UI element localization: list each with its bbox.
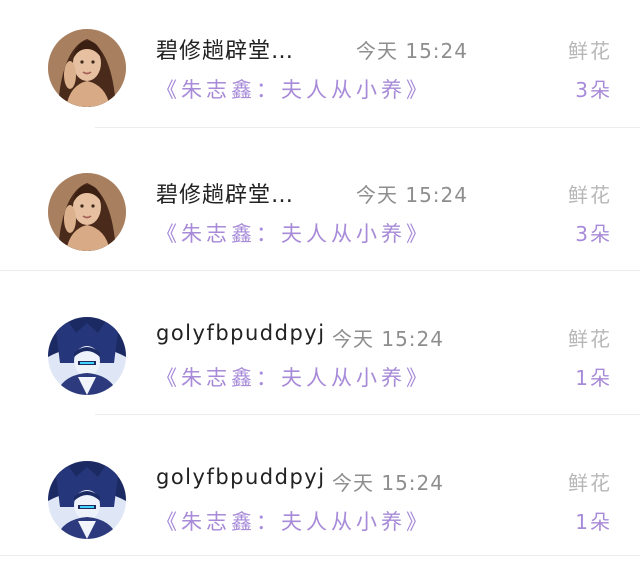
sender-name[interactable]: 碧修趟辟堂… [156,177,294,209]
avatar[interactable] [48,317,126,395]
book-title-link[interactable]: 《朱志鑫：夫人从小养》 [156,74,431,104]
divider [0,270,640,271]
flower-label: 鲜花 [568,183,612,207]
flower-count: 1朵 [575,366,612,390]
list-item[interactable]: 碧修趟辟堂… 今天 15:24 鲜花 《朱志鑫：夫人从小养》 3朵 [0,144,640,287]
flower-gift-list: 碧修趟辟堂… 今天 15:24 鲜花 《朱志鑫：夫人从小养》 3朵 碧修趟辟堂…… [0,0,640,559]
timestamp: 今天 15:24 [356,183,468,207]
flower-label: 鲜花 [568,327,612,351]
list-item[interactable]: golyfbpuddpyj 今天 15:24 鲜花 《朱志鑫：夫人从小养》 1朵 [0,288,640,431]
divider [95,414,640,415]
timestamp: 今天 15:24 [332,471,444,495]
divider [0,555,640,556]
avatar[interactable] [48,173,126,251]
list-item[interactable]: 碧修趟辟堂… 今天 15:24 鲜花 《朱志鑫：夫人从小养》 3朵 [0,0,640,143]
flower-label: 鲜花 [568,39,612,63]
sender-name[interactable]: 碧修趟辟堂… [156,33,294,65]
sender-name[interactable]: golyfbpuddpyj [156,321,326,345]
book-title-link[interactable]: 《朱志鑫：夫人从小养》 [156,362,431,392]
sender-name[interactable]: golyfbpuddpyj [156,465,326,489]
list-item[interactable]: golyfbpuddpyj 今天 15:24 鲜花 《朱志鑫：夫人从小养》 1朵 [0,432,640,575]
avatar[interactable] [48,461,126,539]
avatar[interactable] [48,29,126,107]
flower-count: 3朵 [575,78,612,102]
flower-count: 3朵 [575,222,612,246]
divider [95,127,640,128]
timestamp: 今天 15:24 [332,327,444,351]
book-title-link[interactable]: 《朱志鑫：夫人从小养》 [156,218,431,248]
book-title-link[interactable]: 《朱志鑫：夫人从小养》 [156,506,431,536]
flower-count: 1朵 [575,510,612,534]
timestamp: 今天 15:24 [356,39,468,63]
flower-label: 鲜花 [568,471,612,495]
